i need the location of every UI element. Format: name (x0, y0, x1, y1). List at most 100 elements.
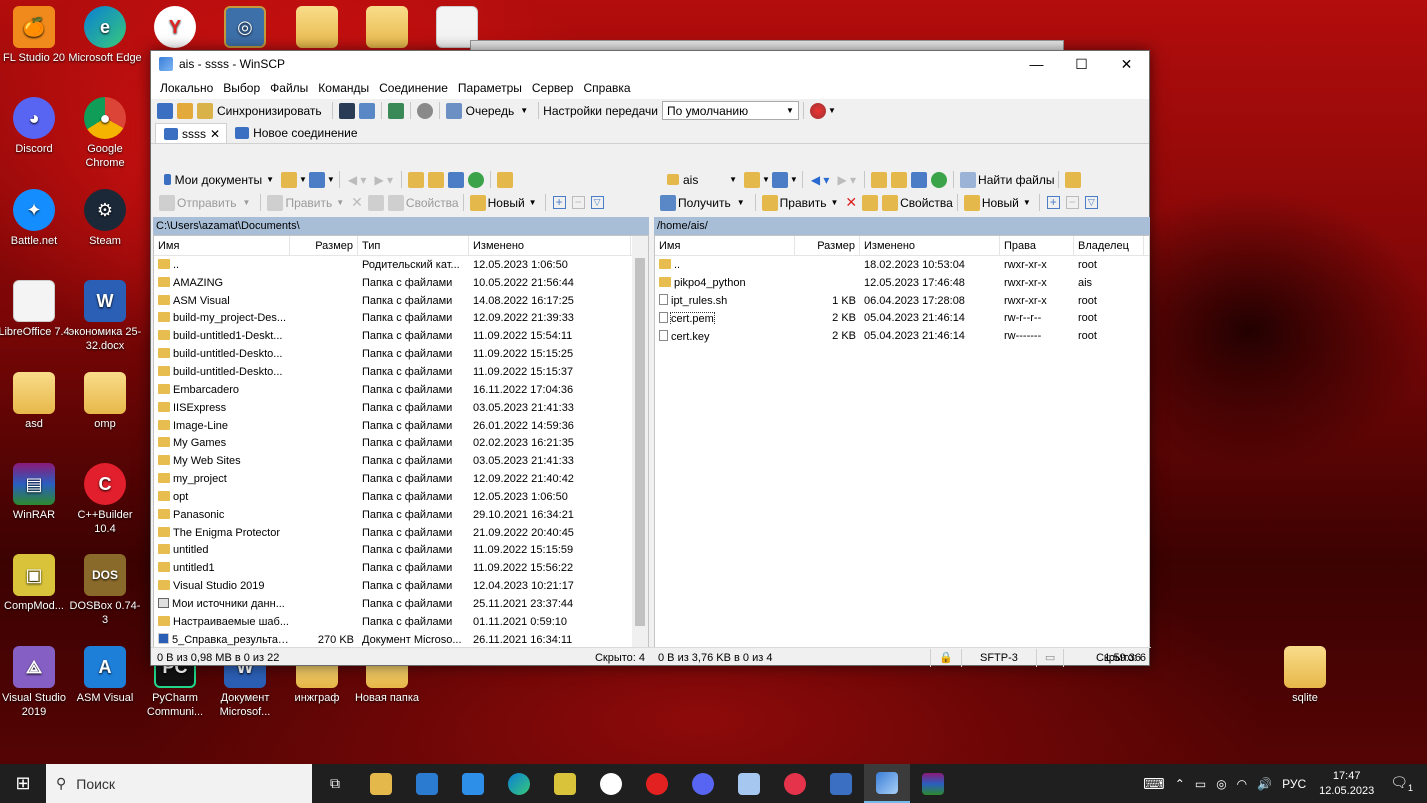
taskbar-yandex-app[interactable] (634, 764, 680, 803)
transfer-profile-icon[interactable] (809, 102, 826, 119)
desktop-icon-folder-top2[interactable] (350, 6, 424, 51)
download-button[interactable]: Получить (678, 196, 731, 210)
table-row[interactable]: The Enigma Protector Папка с файлами 21.09… (154, 524, 648, 542)
col-rights[interactable]: Права (1000, 236, 1074, 256)
properties-button[interactable]: Свойства (900, 196, 953, 210)
parent-dir-icon[interactable] (408, 171, 425, 188)
table-row[interactable]: AMAZING Папка с файлами 10.05.2022 21:56:4… (154, 274, 648, 292)
taskbar-yandex[interactable] (588, 764, 634, 803)
table-row[interactable]: opt Папка с файлами 12.05.2023 1:06:50 (154, 488, 648, 506)
menu-select[interactable]: Выбор (218, 81, 265, 95)
home-icon[interactable] (448, 171, 465, 188)
tree-icon[interactable] (1065, 171, 1082, 188)
chevron-down-icon[interactable]: ▼ (327, 175, 335, 184)
select-all-icon[interactable]: + (552, 196, 566, 209)
table-row[interactable]: Image-Line Папка с файлами 26.01.2022 14:5… (154, 417, 648, 435)
home-icon[interactable] (911, 171, 928, 188)
table-row[interactable]: .. Родительский кат... 12.05.2023 1:06:50 (154, 256, 648, 274)
col-modified[interactable]: Изменено (860, 236, 1000, 256)
table-row[interactable]: untitled1 Папка с файлами 11.09.2022 15:56… (154, 559, 648, 577)
chevron-down-icon[interactable]: ▼ (520, 106, 528, 115)
desktop-icon-hearthstone[interactable]: ◎ (208, 6, 282, 51)
chevron-down-icon[interactable]: ▼ (762, 175, 770, 184)
col-type[interactable]: Тип (358, 236, 469, 256)
desktop-icon-battlenet[interactable]: ✦ Battle.net (0, 189, 71, 248)
remote-file-list[interactable]: Имя Размер Изменено Права Владелец .. 18.… (654, 235, 1150, 648)
taskbar-compmod[interactable] (542, 764, 588, 803)
desktop-icon-economics-docx[interactable]: Wэкономика 25-32.docx (68, 280, 142, 353)
col-owner[interactable]: Владелец (1074, 236, 1144, 256)
table-row[interactable]: .. 18.02.2023 10:53:04 rwxr-xr-x root (655, 256, 1149, 274)
table-row[interactable]: build-untitled1-Deskt... Папка с файлами 1… (154, 327, 648, 345)
scrollbar-thumb[interactable] (635, 258, 645, 626)
desktop-icon-chrome[interactable]: ● Google Chrome (68, 97, 142, 170)
table-row[interactable]: Panasonic Папка с файлами 29.10.2021 16:34… (154, 506, 648, 524)
table-row[interactable]: ASM Visual Папка с файлами 14.08.2022 16:1… (154, 292, 648, 310)
local-location-select[interactable]: Мои документы ▼ (157, 170, 279, 189)
taskbar-store[interactable] (404, 764, 450, 803)
chevron-down-icon[interactable]: ▼ (830, 198, 838, 207)
filter-select-icon[interactable]: ▽ (590, 196, 604, 209)
putty-icon[interactable] (358, 102, 375, 119)
taskbar-virtualbox[interactable] (726, 764, 772, 803)
table-row[interactable]: my_project Папка с файлами 12.09.2022 21:4… (154, 470, 648, 488)
taskbar-app-red[interactable] (772, 764, 818, 803)
select-all-icon[interactable]: + (1046, 196, 1060, 209)
wifi-icon[interactable]: ◠ (1232, 777, 1252, 791)
desktop-icon-omp[interactable]: omp (68, 372, 142, 431)
tab-ssss[interactable]: ssss ✕ (155, 123, 228, 143)
open-folder-icon[interactable] (744, 171, 760, 188)
taskbar-winrar[interactable] (910, 764, 956, 803)
maximize-button[interactable]: ☐ (1059, 51, 1104, 77)
menu-commands[interactable]: Команды (313, 81, 374, 95)
delete-icon[interactable]: ✕ (351, 194, 363, 211)
parent-dir-icon[interactable] (871, 171, 888, 188)
table-row[interactable]: Мои источники данн... Папка с файлами 25.1… (154, 595, 648, 613)
desktop-icon-cppbuilder[interactable]: C C++Builder 10.4 (68, 463, 142, 536)
filter-select-icon[interactable]: ▽ (1084, 196, 1098, 209)
table-row[interactable]: My Games Папка с файлами 02.02.2023 16:21:… (154, 434, 648, 452)
menu-help[interactable]: Справка (578, 81, 635, 95)
synchronize-browsing-icon[interactable] (177, 102, 193, 119)
refresh-icon[interactable] (387, 102, 404, 119)
table-row[interactable]: 5_Справка_результат... 270 KB Документ Mic… (154, 631, 648, 647)
taskbar-search[interactable]: ⚲ Поиск (46, 764, 312, 803)
desktop-icon-compmod[interactable]: ▣ CompMod... (0, 554, 71, 613)
unselect-icon[interactable]: − (1065, 196, 1079, 209)
menu-files[interactable]: Файлы (265, 81, 313, 95)
synchronize-button[interactable]: Синхронизировать (217, 104, 322, 118)
chevron-down-icon[interactable]: ▼ (243, 198, 251, 207)
taskbar-discord[interactable] (680, 764, 726, 803)
task-view-button[interactable]: ⧉ (312, 764, 358, 803)
desktop-icon-winrar[interactable]: ▤ WinRAR (0, 463, 71, 522)
desktop-icon-visual-studio[interactable]: ⟁ Visual Studio 2019 (0, 646, 71, 719)
desktop-icon-dosbox[interactable]: DOS DOSBox 0.74-3 (68, 554, 142, 627)
col-name[interactable]: Имя (655, 236, 795, 256)
desktop-icon-asd[interactable]: asd (0, 372, 71, 431)
menu-session[interactable]: Соединение (374, 81, 453, 95)
filter-icon[interactable] (771, 171, 788, 188)
desktop-icon-asm-visual[interactable]: A ASM Visual (68, 646, 142, 705)
edit-button[interactable]: Править (285, 196, 332, 210)
table-row[interactable]: build-my_project-Des... Папка с файлами 12… (154, 310, 648, 328)
delete-icon[interactable]: ✕ (845, 194, 857, 211)
table-row[interactable]: IISExpress Папка с файлами 03.05.2023 21:4… (154, 399, 648, 417)
col-name[interactable]: Имя (154, 236, 290, 256)
properties-button[interactable]: Свойства (406, 196, 459, 210)
chevron-down-icon[interactable]: ▼ (299, 175, 307, 184)
desktop-icon-fl-studio[interactable]: 🍊 FL Studio 20 (0, 6, 71, 65)
minimize-button[interactable]: — (1014, 51, 1059, 77)
network-icon[interactable]: ▭ (1190, 777, 1211, 791)
back-arrow-icon[interactable]: ◀ ▾ (348, 173, 367, 187)
chevron-down-icon[interactable]: ▼ (828, 106, 836, 115)
taskbar-network-app[interactable] (818, 764, 864, 803)
new-button[interactable]: Новый (982, 196, 1019, 210)
refresh-icon[interactable] (931, 171, 948, 188)
upload-button[interactable]: Отправить (177, 196, 237, 210)
find-files-button[interactable]: Найти файлы (978, 173, 1054, 187)
table-row[interactable]: untitled Папка с файлами 11.09.2022 15:15:… (154, 542, 648, 560)
local-file-list[interactable]: Имя Размер Тип Изменено .. Родительский к… (153, 235, 649, 648)
refresh-icon[interactable] (468, 171, 485, 188)
desktop-icon-libreoffice[interactable]: LibreOffice 7.4 (0, 280, 71, 339)
menu-local[interactable]: Локально (155, 81, 218, 95)
